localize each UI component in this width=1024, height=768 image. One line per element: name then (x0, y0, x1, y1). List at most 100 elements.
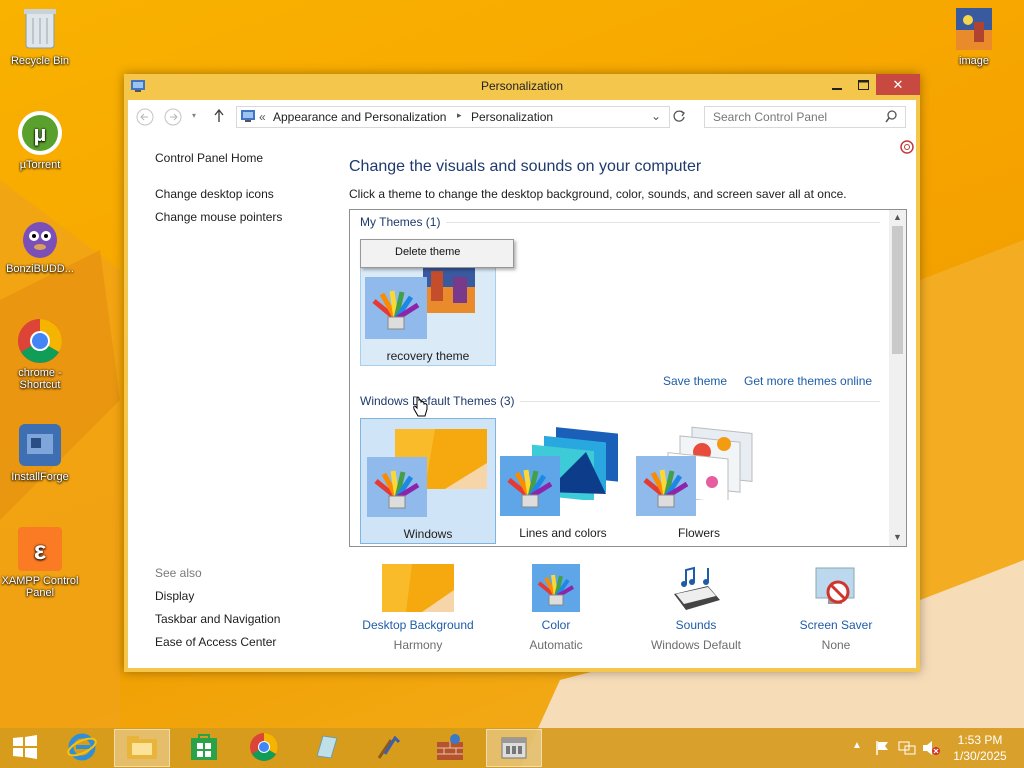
breadcrumb-personalization[interactable]: Personalization (471, 110, 553, 124)
breadcrumb-separator[interactable]: ▸ (457, 110, 462, 121)
chrome-icon (249, 732, 279, 765)
taskbar-app-firewall[interactable] (422, 729, 478, 767)
svg-text:ε: ε (34, 535, 46, 565)
back-arrow-icon[interactable] (136, 108, 154, 129)
action-center-flag-icon[interactable] (874, 740, 890, 759)
hand-cursor-icon (412, 396, 428, 421)
themes-list[interactable]: My Themes (1) recovery theme Delete them… (349, 209, 907, 547)
refresh-icon[interactable] (672, 109, 686, 126)
desktop-icon-label: Recycle Bin (10, 55, 70, 67)
taskbar-navigation-link[interactable]: Taskbar and Navigation (155, 612, 280, 626)
divider (446, 222, 880, 223)
setting-value: Harmony (393, 638, 443, 652)
address-bar[interactable]: « Appearance and Personalization ▸ Perso… (236, 106, 670, 128)
theme-label: Windows (403, 527, 453, 541)
maximize-button[interactable] (850, 74, 876, 95)
address-dropdown-icon[interactable]: ⌄ (651, 109, 661, 123)
sounds-setting[interactable]: Sounds Windows Default (636, 564, 756, 652)
title-bar[interactable]: Personalization ✕ (124, 74, 920, 98)
taskbar-app-tools[interactable] (360, 729, 416, 767)
themes-scrollbar[interactable]: ▲ ▼ (889, 210, 906, 546)
scroll-up-icon[interactable]: ▲ (893, 212, 902, 222)
taskbar-chrome[interactable] (236, 729, 292, 767)
color-palette-icon (365, 277, 427, 342)
help-icon[interactable] (900, 140, 914, 157)
network-icon[interactable] (898, 740, 916, 759)
change-mouse-pointers-link[interactable]: Change mouse pointers (155, 210, 282, 224)
desktop-icon-image[interactable]: image (934, 6, 1014, 67)
setting-title[interactable]: Sounds (636, 618, 756, 632)
show-hidden-icons-icon[interactable]: ▲ (852, 740, 862, 751)
theme-flowers[interactable]: Flowers (632, 418, 766, 542)
my-themes-heading: My Themes (1) (360, 215, 441, 229)
taskbar-app-glass[interactable] (298, 729, 354, 767)
search-icon[interactable] (885, 110, 897, 126)
desktop-icon-bonzibuddy[interactable]: BonziBUDD... (0, 214, 80, 275)
desktop-icon-label: image (959, 55, 989, 67)
screen-saver-setting[interactable]: Screen Saver None (776, 564, 896, 652)
control-panel-home-link[interactable]: Control Panel Home (155, 151, 263, 165)
system-clock[interactable]: 1:53 PM 1/30/2025 (944, 732, 1016, 764)
image-file-icon (951, 6, 997, 52)
control-panel-icon (499, 732, 529, 765)
volume-muted-icon[interactable] (922, 740, 940, 759)
control-panel-icon (240, 109, 256, 127)
scroll-down-icon[interactable]: ▼ (893, 532, 902, 542)
store-icon (189, 732, 219, 765)
up-arrow-icon[interactable] (212, 108, 226, 127)
theme-lines-and-colors[interactable]: Lines and colors (496, 418, 630, 542)
sounds-icon (668, 564, 724, 612)
desktop-background-setting[interactable]: Desktop Background Harmony (358, 564, 478, 652)
color-icon (532, 564, 580, 612)
desktop-icon-installforge[interactable]: InstallForge (0, 422, 80, 483)
desktop-icon-utorrent[interactable]: µ µTorrent (0, 110, 80, 171)
save-theme-link[interactable]: Save theme (663, 374, 727, 388)
setting-title[interactable]: Color (496, 618, 616, 632)
color-palette-icon (500, 456, 560, 519)
breadcrumb-appearance[interactable]: Appearance and Personalization (273, 110, 446, 124)
minimize-button[interactable] (824, 74, 850, 95)
recent-dropdown-icon[interactable]: ▾ (192, 111, 196, 120)
installforge-icon (17, 422, 63, 468)
internet-explorer-icon (67, 732, 97, 765)
desktop-icon-xampp[interactable]: ε XAMPP Control Panel (0, 526, 80, 599)
ease-of-access-link[interactable]: Ease of Access Center (155, 635, 276, 649)
desktop-icon-label: XAMPP Control Panel (1, 575, 79, 599)
setting-title[interactable]: Screen Saver (776, 618, 896, 632)
close-icon: ✕ (892, 76, 904, 92)
taskbar-file-explorer[interactable] (114, 729, 170, 767)
default-themes-heading: Windows Default Themes (3) (360, 394, 515, 408)
breadcrumb-overflow[interactable]: « (259, 110, 266, 124)
setting-value: Automatic (529, 638, 583, 652)
scrollbar-thumb[interactable] (892, 226, 903, 354)
taskbar-internet-explorer[interactable] (54, 729, 110, 767)
clock-date: 1/30/2025 (953, 749, 1007, 763)
color-palette-icon (636, 456, 696, 519)
forward-arrow-icon[interactable] (164, 108, 182, 129)
theme-label: Lines and colors (519, 526, 607, 540)
taskbar: ▲ 1:53 PM 1/30/2025 (0, 728, 1024, 768)
page-subtitle: Click a theme to change the desktop back… (349, 187, 847, 201)
setting-title[interactable]: Desktop Background (358, 618, 478, 632)
color-setting[interactable]: Color Automatic (496, 564, 616, 652)
setting-value: Windows Default (650, 638, 742, 652)
theme-label: Flowers (677, 526, 720, 540)
close-button[interactable]: ✕ (876, 74, 920, 95)
setting-value: None (821, 638, 851, 652)
taskbar-store[interactable] (176, 729, 232, 767)
display-link[interactable]: Display (155, 589, 194, 603)
theme-windows[interactable]: Windows (360, 418, 496, 544)
desktop-icon-chrome[interactable]: chrome - Shortcut (0, 318, 80, 391)
search-input[interactable]: Search Control Panel (704, 106, 906, 128)
folder-icon (126, 733, 158, 764)
delete-theme-menu-item[interactable]: Delete theme (395, 246, 460, 258)
start-button[interactable] (0, 729, 50, 767)
screen-saver-icon (812, 564, 860, 612)
xampp-icon: ε (17, 526, 63, 572)
taskbar-control-panel[interactable] (486, 729, 542, 767)
page-title: Change the visuals and sounds on your co… (349, 158, 702, 175)
get-more-themes-link[interactable]: Get more themes online (744, 374, 872, 388)
context-menu: Delete theme (360, 239, 514, 268)
change-desktop-icons-link[interactable]: Change desktop icons (155, 187, 274, 201)
desktop-icon-recycle-bin[interactable]: Recycle Bin (0, 6, 80, 67)
